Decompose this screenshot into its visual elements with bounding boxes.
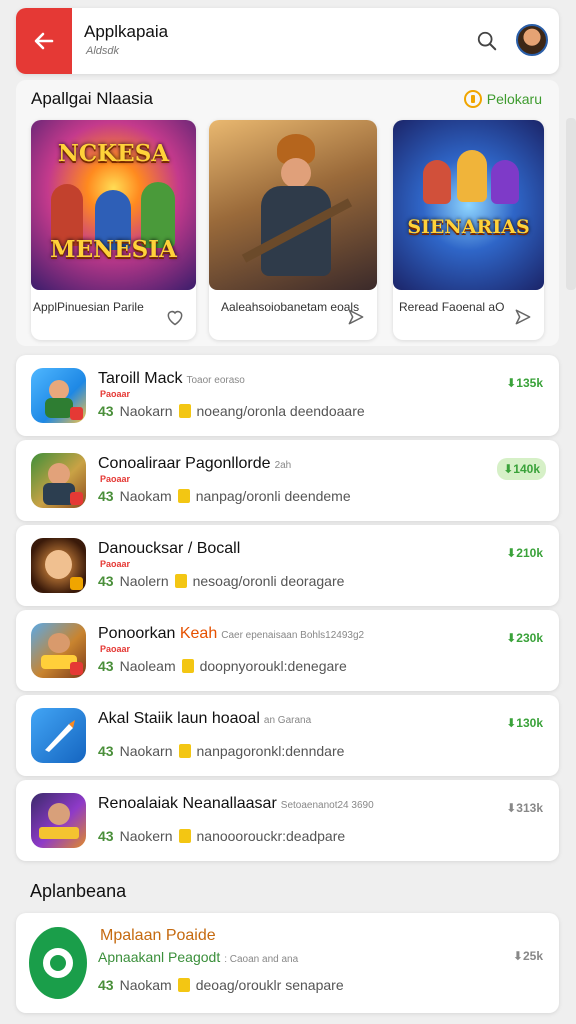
game-artwork: SIENARIAS xyxy=(393,120,544,290)
badge-icon xyxy=(70,407,83,420)
app-list-item[interactable]: Mpalaan Poaide Apnaakanl Peagodt: Caoan … xyxy=(16,913,559,1013)
app-list-item[interactable]: Akal Staiik laun hoaoal an Garana 43 Naoka… xyxy=(16,695,559,776)
download-count: ⬇130k xyxy=(506,716,543,730)
app-title: Renoalaiak Neanallaasar Setoaenanot24 369… xyxy=(98,795,374,812)
app-title: Applkapaia xyxy=(84,22,169,41)
app-icon xyxy=(31,793,86,848)
app-header: Applkapaia Aldsdk xyxy=(16,8,559,74)
app-list-item[interactable]: Conoaliraar Pagonllorde 2ah Paoaar 43 Naok… xyxy=(16,440,559,521)
featured-card[interactable]: Aaleahsoiobanetam eoals xyxy=(209,120,377,340)
app-icon xyxy=(31,623,86,678)
search-button[interactable] xyxy=(471,25,503,57)
game-logo-subtext: MENESIA xyxy=(50,236,177,263)
separator-icon xyxy=(181,659,194,673)
app-meta: 43 Naokam nanpag/oronli deendeme xyxy=(98,488,351,504)
game-logo-text: NCKESA xyxy=(57,140,170,167)
game-artwork: NCKESA MENESIA xyxy=(31,120,196,290)
download-count: ⬇210k xyxy=(506,546,543,560)
app-list-item[interactable]: Renoalaiak Neanallaasar Setoaenanot24 369… xyxy=(16,780,559,861)
app-icon xyxy=(31,538,86,593)
separator-icon xyxy=(178,829,191,843)
app-publisher: Paoaar xyxy=(100,389,131,399)
app-meta: 43 Naokern nanooorouckr:deadpare xyxy=(98,828,346,844)
separator-icon xyxy=(178,744,191,758)
featured-card[interactable]: NCKESA MENESIA ApplPinuesian Parile xyxy=(31,120,196,340)
user-avatar[interactable] xyxy=(516,24,548,56)
share-button[interactable] xyxy=(345,306,367,328)
download-count: ⬇140k xyxy=(497,458,546,480)
featured-card[interactable]: SIENARIAS Reread Faoenal aO xyxy=(393,120,544,340)
arrow-icon xyxy=(515,309,531,325)
app-list-item[interactable]: Danoucksar / Bocall Paoaar 43 Naolern neso… xyxy=(16,525,559,606)
arrow-left-icon xyxy=(34,32,54,50)
share-button[interactable] xyxy=(512,306,534,328)
app-icon xyxy=(31,368,86,423)
download-count: ⬇230k xyxy=(506,631,543,645)
app-title: Ponoorkan Keah Caer epenaisaan Bohls12493… xyxy=(98,625,365,642)
app-publisher: Paoaar xyxy=(100,644,131,654)
badge-icon xyxy=(70,577,83,590)
app-meta: 43 Naokarn noeang/oronla deendoaare xyxy=(98,403,365,419)
app-icon xyxy=(31,453,86,508)
app-subtitle: Apnaakanl Peagodt: Caoan and ana xyxy=(98,949,299,965)
app-meta: 43 Naolern nesoag/oronli deoragare xyxy=(98,573,345,589)
arrow-icon xyxy=(348,309,364,325)
game-logo-text: SIENARIAS xyxy=(407,216,530,238)
app-list-item[interactable]: Taroill Mack Toaor eoraso Paoaar 43 Naokar… xyxy=(16,355,559,436)
featured-card-title: Aaleahsoiobanetam eoals xyxy=(221,300,360,314)
featured-title: Apallgai Nlaasia xyxy=(31,89,153,108)
back-button[interactable] xyxy=(16,8,72,74)
featured-section: Apallgai Nlaasia Pelokaru NCKESA MENESIA… xyxy=(16,80,559,346)
see-more-label: Pelokaru xyxy=(486,91,542,107)
game-artwork xyxy=(209,120,377,290)
app-title: Taroill Mack Toaor eoraso xyxy=(98,370,245,387)
app-meta: 43 Naokam deoag/orouklr senapare xyxy=(98,977,344,993)
section-title: Aplanbeana xyxy=(30,881,127,901)
heart-icon xyxy=(167,310,183,326)
app-meta: 43 Naokarn nanpagoronkl:denndare xyxy=(98,743,345,759)
app-icon xyxy=(31,708,86,763)
scrollbar[interactable] xyxy=(566,118,576,290)
download-count: ⬇313k xyxy=(506,801,543,815)
see-more-link[interactable]: Pelokaru xyxy=(463,90,542,108)
separator-icon xyxy=(174,574,187,588)
app-icon xyxy=(29,927,87,999)
app-title: Mpalaan Poaide xyxy=(100,927,216,944)
badge-icon xyxy=(70,492,83,505)
app-list-item[interactable]: Ponoorkan Keah Caer epenaisaan Bohls12493… xyxy=(16,610,559,691)
favorite-button[interactable] xyxy=(164,306,186,328)
separator-icon xyxy=(177,978,190,992)
badge-icon xyxy=(70,662,83,675)
featured-card-title: ApplPinuesian Parile xyxy=(33,300,144,314)
app-publisher: Paoaar xyxy=(100,474,131,484)
download-count: ⬇135k xyxy=(506,376,543,390)
app-title: Danoucksar / Bocall xyxy=(98,540,241,557)
app-meta: 43 Naoleam doopnyoroukl:denegare xyxy=(98,658,347,674)
separator-icon xyxy=(177,489,190,503)
app-subtitle: Aldsdk xyxy=(86,45,120,57)
app-title: Akal Staiik laun hoaoal an Garana xyxy=(98,710,312,727)
search-icon xyxy=(477,31,497,51)
download-count: ⬇25k xyxy=(512,949,543,963)
arrow-icon xyxy=(45,720,75,752)
separator-icon xyxy=(178,404,191,418)
app-title: Conoaliraar Pagonllorde 2ah xyxy=(98,455,292,472)
app-publisher: Paoaar xyxy=(100,559,131,569)
info-icon xyxy=(463,90,482,108)
